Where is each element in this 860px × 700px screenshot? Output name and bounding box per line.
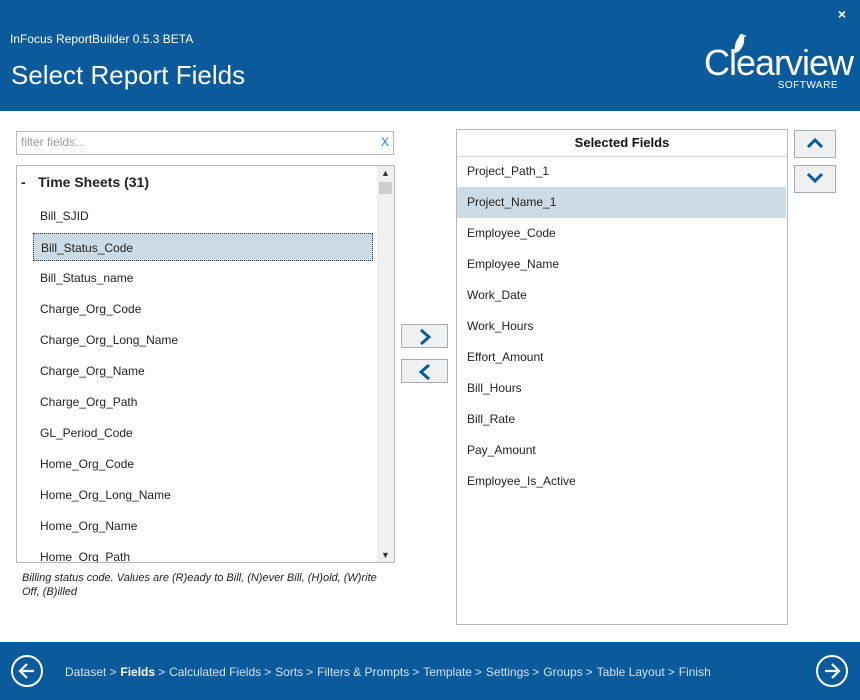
move-down-button[interactable] (794, 165, 836, 193)
step-separator: > (158, 665, 166, 679)
selected-field-item[interactable]: Employee_Is_Active (457, 466, 786, 497)
available-field-item[interactable]: Bill_Status_name (33, 264, 373, 292)
wizard-step[interactable]: Dataset (65, 665, 106, 679)
selected-field-item[interactable]: Bill_Hours (457, 373, 786, 404)
remove-field-button[interactable] (401, 359, 448, 383)
field-description: Billing status code. Values are (R)eady … (22, 572, 377, 598)
selected-field-item[interactable]: Pay_Amount (457, 435, 786, 466)
app-title: InFocus ReportBuilder 0.5.3 BETA (10, 32, 194, 46)
step-separator: > (412, 665, 420, 679)
filter-input[interactable] (17, 132, 361, 152)
chevron-right-icon (419, 328, 431, 346)
selected-fields-header: Selected Fields (457, 130, 787, 157)
step-separator: > (585, 665, 593, 679)
step-separator: > (306, 665, 314, 679)
filter-box: X (16, 131, 394, 155)
available-field-item[interactable]: Charge_Org_Path (33, 388, 373, 416)
available-field-item[interactable]: Charge_Org_Name (33, 357, 373, 385)
wizard-step[interactable]: Template (423, 665, 472, 679)
page-title: Select Report Fields (11, 60, 246, 90)
logo-wordmark: Clearview (704, 42, 854, 83)
collapse-toggle[interactable]: - (21, 174, 35, 190)
scroll-down-icon[interactable]: ▼ (381, 550, 390, 560)
wizard-step[interactable]: Groups (543, 665, 582, 679)
group-header-time-sheets[interactable]: - Time Sheets (31) (21, 174, 149, 190)
vertical-scrollbar[interactable]: ▲ ▼ (377, 166, 394, 562)
wizard-step[interactable]: Fields (120, 665, 155, 679)
available-field-item[interactable]: Home_Org_Path (33, 543, 373, 562)
arrow-right-icon (825, 663, 841, 679)
header-bar: InFocus ReportBuilder 0.5.3 BETA Select … (0, 0, 860, 111)
selected-field-item[interactable]: Work_Date (457, 280, 786, 311)
available-field-item[interactable]: Charge_Org_Long_Name (33, 326, 373, 354)
wizard-step[interactable]: Calculated Fields (169, 665, 261, 679)
available-field-item[interactable]: Home_Org_Code (33, 450, 373, 478)
step-separator: > (474, 665, 482, 679)
step-separator: > (667, 665, 675, 679)
move-up-button[interactable] (794, 130, 836, 158)
wizard-step[interactable]: Table Layout (597, 665, 665, 679)
selected-field-item[interactable]: Project_Name_1 (457, 187, 786, 218)
chevron-left-icon (418, 363, 430, 381)
logo-subtitle: SOFTWARE (777, 80, 838, 91)
wizard-step[interactable]: Settings (486, 665, 529, 679)
group-label: Time Sheets (31) (38, 174, 150, 190)
available-field-item[interactable]: Bill_SJID (33, 202, 373, 230)
step-separator: > (109, 665, 117, 679)
available-field-item[interactable]: Home_Org_Name (33, 512, 373, 540)
add-field-button[interactable] (401, 324, 448, 348)
wizard-step[interactable]: Finish (679, 665, 711, 679)
selected-field-item[interactable]: Work_Hours (457, 311, 786, 342)
selected-field-item[interactable]: Effort_Amount (457, 342, 786, 373)
clear-filter-button[interactable]: X (381, 135, 389, 149)
scroll-up-icon[interactable]: ▲ (381, 168, 390, 178)
step-separator: > (264, 665, 272, 679)
selected-field-item[interactable]: Employee_Code (457, 218, 786, 249)
wizard-breadcrumb: Dataset > Fields > Calculated Fields > Sorts > F… (65, 665, 711, 679)
close-icon[interactable]: × (838, 6, 846, 22)
chevron-up-icon (806, 137, 824, 149)
wizard-step[interactable]: Sorts (275, 665, 303, 679)
available-fields-list[interactable]: - Time Sheets (31) ▲ ▼ Bill_SJID Bill_Stat… (16, 165, 395, 563)
scroll-thumb[interactable] (379, 182, 392, 194)
arrow-left-icon (18, 663, 34, 679)
next-button[interactable] (816, 655, 848, 687)
step-separator: > (532, 665, 540, 679)
available-field-item[interactable]: GL_Period_Code (33, 419, 373, 447)
available-field-item[interactable]: Charge_Org_Code (33, 295, 373, 323)
available-field-item[interactable]: Bill_Status_Code (33, 233, 373, 261)
selected-field-item[interactable]: Project_Path_1 (457, 156, 786, 187)
selected-fields-list[interactable]: Selected Fields Project_Path_1 Project_Na… (456, 129, 788, 625)
available-field-item[interactable]: Home_Org_Long_Name (33, 481, 373, 509)
selected-field-item[interactable]: Bill_Rate (457, 404, 786, 435)
wizard-step[interactable]: Filters & Prompts (317, 665, 409, 679)
clearview-logo: Clearview SOFTWARE (704, 30, 854, 96)
footer-nav-bar: Dataset > Fields > Calculated Fields > Sorts > F… (0, 642, 860, 700)
chevron-down-icon (806, 172, 824, 184)
back-button[interactable] (11, 655, 43, 687)
selected-field-item[interactable]: Employee_Name (457, 249, 786, 280)
